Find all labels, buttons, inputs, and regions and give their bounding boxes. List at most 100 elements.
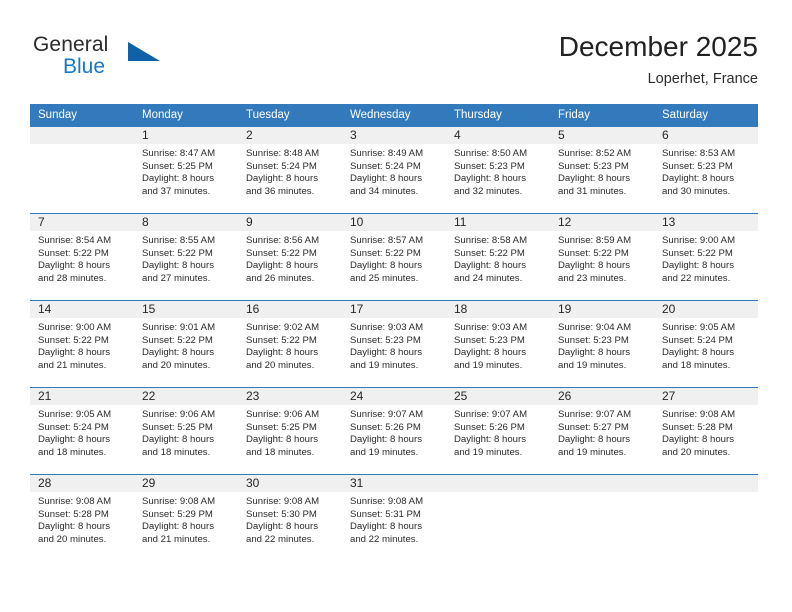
day-details: Sunrise: 9:00 AM Sunset: 5:22 PM Daylight:… — [654, 231, 758, 285]
day-details: Sunrise: 9:08 AM Sunset: 5:29 PM Daylight:… — [134, 492, 238, 546]
day-number: 1 — [134, 127, 238, 144]
day-details: Sunrise: 9:08 AM Sunset: 5:28 PM Daylight:… — [30, 492, 134, 546]
calendar-day-cell[interactable]: 23 Sunrise: 9:06 AM Sunset: 5:25 PM Dayligh… — [238, 387, 342, 475]
daylight-duration-line2: and 26 minutes. — [246, 272, 315, 284]
calendar-week-row: 1 Sunrise: 8:47 AM Sunset: 5:25 PM Daylight… — [30, 127, 758, 214]
day-number: 13 — [654, 214, 758, 231]
day-cell-content: 8 Sunrise: 8:55 AM Sunset: 5:22 PM Daylight… — [134, 214, 238, 300]
calendar-day-cell[interactable]: 19 Sunrise: 9:04 AM Sunset: 5:23 PM Dayligh… — [550, 300, 654, 388]
calendar-day-cell[interactable]: 24 Sunrise: 9:07 AM Sunset: 5:26 PM Dayligh… — [342, 387, 446, 475]
calendar-day-cell[interactable]: 31 Sunrise: 9:08 AM Sunset: 5:31 PM Dayligh… — [342, 474, 446, 561]
daylight-duration-line1: Daylight: 8 hours — [350, 260, 422, 272]
daylight-duration-line2: and 25 minutes. — [350, 272, 419, 284]
day-cell-content: 27 Sunrise: 9:08 AM Sunset: 5:28 PM Dayligh… — [654, 388, 758, 474]
sunset-time: Sunset: 5:24 PM — [350, 160, 421, 172]
day-cell-content: 1 Sunrise: 8:47 AM Sunset: 5:25 PM Daylight… — [134, 127, 238, 213]
calendar-day-cell[interactable]: 8 Sunrise: 8:55 AM Sunset: 5:22 PM Daylight… — [134, 213, 238, 301]
calendar-day-cell[interactable]: 16 Sunrise: 9:02 AM Sunset: 5:22 PM Dayligh… — [238, 300, 342, 388]
daylight-duration-line1: Daylight: 8 hours — [454, 434, 526, 446]
day-number: 25 — [446, 388, 550, 405]
calendar-day-cell[interactable]: 22 Sunrise: 9:06 AM Sunset: 5:25 PM Dayligh… — [134, 387, 238, 475]
day-number: 19 — [550, 301, 654, 318]
daylight-duration-line1: Daylight: 8 hours — [38, 347, 110, 359]
calendar-day-cell[interactable]: 5 Sunrise: 8:52 AM Sunset: 5:23 PM Daylight… — [550, 127, 654, 214]
sunrise-time: Sunrise: 9:01 AM — [142, 322, 216, 333]
sunrise-time: Sunrise: 9:05 AM — [662, 322, 736, 333]
calendar-day-cell[interactable]: 13 Sunrise: 9:00 AM Sunset: 5:22 PM Dayligh… — [654, 213, 758, 301]
general-blue-logo[interactable]: General Blue — [33, 33, 213, 85]
sunrise-time: Sunrise: 8:57 AM — [350, 235, 424, 246]
sunset-time: Sunset: 5:31 PM — [350, 508, 421, 520]
day-number — [550, 475, 654, 492]
calendar-day-cell[interactable]: 28 Sunrise: 9:08 AM Sunset: 5:28 PM Dayligh… — [30, 474, 134, 561]
sunset-time: Sunset: 5:30 PM — [246, 508, 317, 520]
calendar-body: 1 Sunrise: 8:47 AM Sunset: 5:25 PM Daylight… — [30, 127, 758, 561]
day-cell-content: 5 Sunrise: 8:52 AM Sunset: 5:23 PM Daylight… — [550, 127, 654, 213]
day-cell-content: 17 Sunrise: 9:03 AM Sunset: 5:23 PM Dayligh… — [342, 301, 446, 387]
daylight-duration-line2: and 21 minutes. — [142, 533, 211, 545]
calendar-week-row: 7 Sunrise: 8:54 AM Sunset: 5:22 PM Daylight… — [30, 213, 758, 301]
sunset-time: Sunset: 5:26 PM — [350, 421, 421, 433]
day-number: 10 — [342, 214, 446, 231]
day-details: Sunrise: 8:50 AM Sunset: 5:23 PM Daylight:… — [446, 144, 550, 198]
calendar-day-cell[interactable]: 27 Sunrise: 9:08 AM Sunset: 5:28 PM Dayligh… — [654, 387, 758, 475]
calendar-day-cell[interactable]: 7 Sunrise: 8:54 AM Sunset: 5:22 PM Daylight… — [30, 213, 134, 301]
daylight-duration-line2: and 19 minutes. — [454, 446, 523, 458]
calendar-day-cell[interactable]: 29 Sunrise: 9:08 AM Sunset: 5:29 PM Dayligh… — [134, 474, 238, 561]
sunrise-time: Sunrise: 9:07 AM — [350, 409, 424, 420]
day-details: Sunrise: 8:56 AM Sunset: 5:22 PM Daylight:… — [238, 231, 342, 285]
daylight-duration-line1: Daylight: 8 hours — [662, 434, 734, 446]
sunrise-time: Sunrise: 9:05 AM — [38, 409, 112, 420]
sunset-time: Sunset: 5:22 PM — [350, 247, 421, 259]
daylight-duration-line1: Daylight: 8 hours — [246, 521, 318, 533]
daylight-duration-line1: Daylight: 8 hours — [662, 347, 734, 359]
daylight-duration-line2: and 22 minutes. — [246, 533, 315, 545]
day-details: Sunrise: 8:58 AM Sunset: 5:22 PM Daylight:… — [446, 231, 550, 285]
sunrise-time: Sunrise: 8:50 AM — [454, 148, 528, 159]
day-number: 27 — [654, 388, 758, 405]
page-header: General Blue December 2025 Loperhet, Fra… — [0, 0, 792, 104]
sunrise-time: Sunrise: 9:07 AM — [558, 409, 632, 420]
daylight-duration-line2: and 34 minutes. — [350, 185, 419, 197]
calendar-day-cell[interactable]: 1 Sunrise: 8:47 AM Sunset: 5:25 PM Daylight… — [134, 127, 238, 214]
calendar-day-cell[interactable]: 17 Sunrise: 9:03 AM Sunset: 5:23 PM Dayligh… — [342, 300, 446, 388]
sunset-time: Sunset: 5:22 PM — [38, 247, 109, 259]
daylight-duration-line2: and 19 minutes. — [558, 359, 627, 371]
calendar-day-cell[interactable]: 10 Sunrise: 8:57 AM Sunset: 5:22 PM Dayligh… — [342, 213, 446, 301]
day-details: Sunrise: 9:07 AM Sunset: 5:26 PM Daylight:… — [446, 405, 550, 459]
calendar-day-cell[interactable]: 9 Sunrise: 8:56 AM Sunset: 5:22 PM Daylight… — [238, 213, 342, 301]
calendar-day-cell[interactable]: 25 Sunrise: 9:07 AM Sunset: 5:26 PM Dayligh… — [446, 387, 550, 475]
calendar-day-cell[interactable]: 15 Sunrise: 9:01 AM Sunset: 5:22 PM Dayligh… — [134, 300, 238, 388]
calendar-day-cell[interactable]: 6 Sunrise: 8:53 AM Sunset: 5:23 PM Daylight… — [654, 127, 758, 214]
day-details: Sunrise: 8:59 AM Sunset: 5:22 PM Daylight:… — [550, 231, 654, 285]
sunset-time: Sunset: 5:25 PM — [142, 160, 213, 172]
calendar-day-cell[interactable]: 11 Sunrise: 8:58 AM Sunset: 5:22 PM Dayligh… — [446, 213, 550, 301]
sunrise-time: Sunrise: 9:04 AM — [558, 322, 632, 333]
daylight-duration-line2: and 20 minutes. — [142, 359, 211, 371]
calendar-day-cell[interactable]: 20 Sunrise: 9:05 AM Sunset: 5:24 PM Dayligh… — [654, 300, 758, 388]
day-cell-content: 2 Sunrise: 8:48 AM Sunset: 5:24 PM Daylight… — [238, 127, 342, 213]
calendar-day-cell[interactable]: 3 Sunrise: 8:49 AM Sunset: 5:24 PM Daylight… — [342, 127, 446, 214]
day-cell-content: 25 Sunrise: 9:07 AM Sunset: 5:26 PM Dayligh… — [446, 388, 550, 474]
calendar-day-cell[interactable]: 30 Sunrise: 9:08 AM Sunset: 5:30 PM Dayligh… — [238, 474, 342, 561]
sunrise-time: Sunrise: 8:49 AM — [350, 148, 424, 159]
day-details: Sunrise: 8:54 AM Sunset: 5:22 PM Daylight:… — [30, 231, 134, 285]
calendar-day-cell[interactable]: 26 Sunrise: 9:07 AM Sunset: 5:27 PM Dayligh… — [550, 387, 654, 475]
day-cell-content: 15 Sunrise: 9:01 AM Sunset: 5:22 PM Dayligh… — [134, 301, 238, 387]
calendar-day-cell[interactable]: 21 Sunrise: 9:05 AM Sunset: 5:24 PM Dayligh… — [30, 387, 134, 475]
daylight-duration-line1: Daylight: 8 hours — [246, 173, 318, 185]
calendar-day-cell[interactable]: 14 Sunrise: 9:00 AM Sunset: 5:22 PM Dayligh… — [30, 300, 134, 388]
calendar-day-cell[interactable]: 2 Sunrise: 8:48 AM Sunset: 5:24 PM Daylight… — [238, 127, 342, 214]
calendar-day-cell[interactable]: 12 Sunrise: 8:59 AM Sunset: 5:22 PM Dayligh… — [550, 213, 654, 301]
sunrise-time: Sunrise: 8:47 AM — [142, 148, 216, 159]
day-number: 11 — [446, 214, 550, 231]
sunrise-time: Sunrise: 9:06 AM — [246, 409, 320, 420]
calendar-day-cell[interactable]: 18 Sunrise: 9:03 AM Sunset: 5:23 PM Dayligh… — [446, 300, 550, 388]
sunset-time: Sunset: 5:22 PM — [558, 247, 629, 259]
daylight-duration-line2: and 20 minutes. — [38, 533, 107, 545]
day-cell-content: 3 Sunrise: 8:49 AM Sunset: 5:24 PM Daylight… — [342, 127, 446, 213]
sunset-time: Sunset: 5:23 PM — [558, 334, 629, 346]
calendar-day-cell[interactable]: 4 Sunrise: 8:50 AM Sunset: 5:23 PM Daylight… — [446, 127, 550, 214]
day-number — [654, 475, 758, 492]
daylight-duration-line2: and 19 minutes. — [350, 446, 419, 458]
